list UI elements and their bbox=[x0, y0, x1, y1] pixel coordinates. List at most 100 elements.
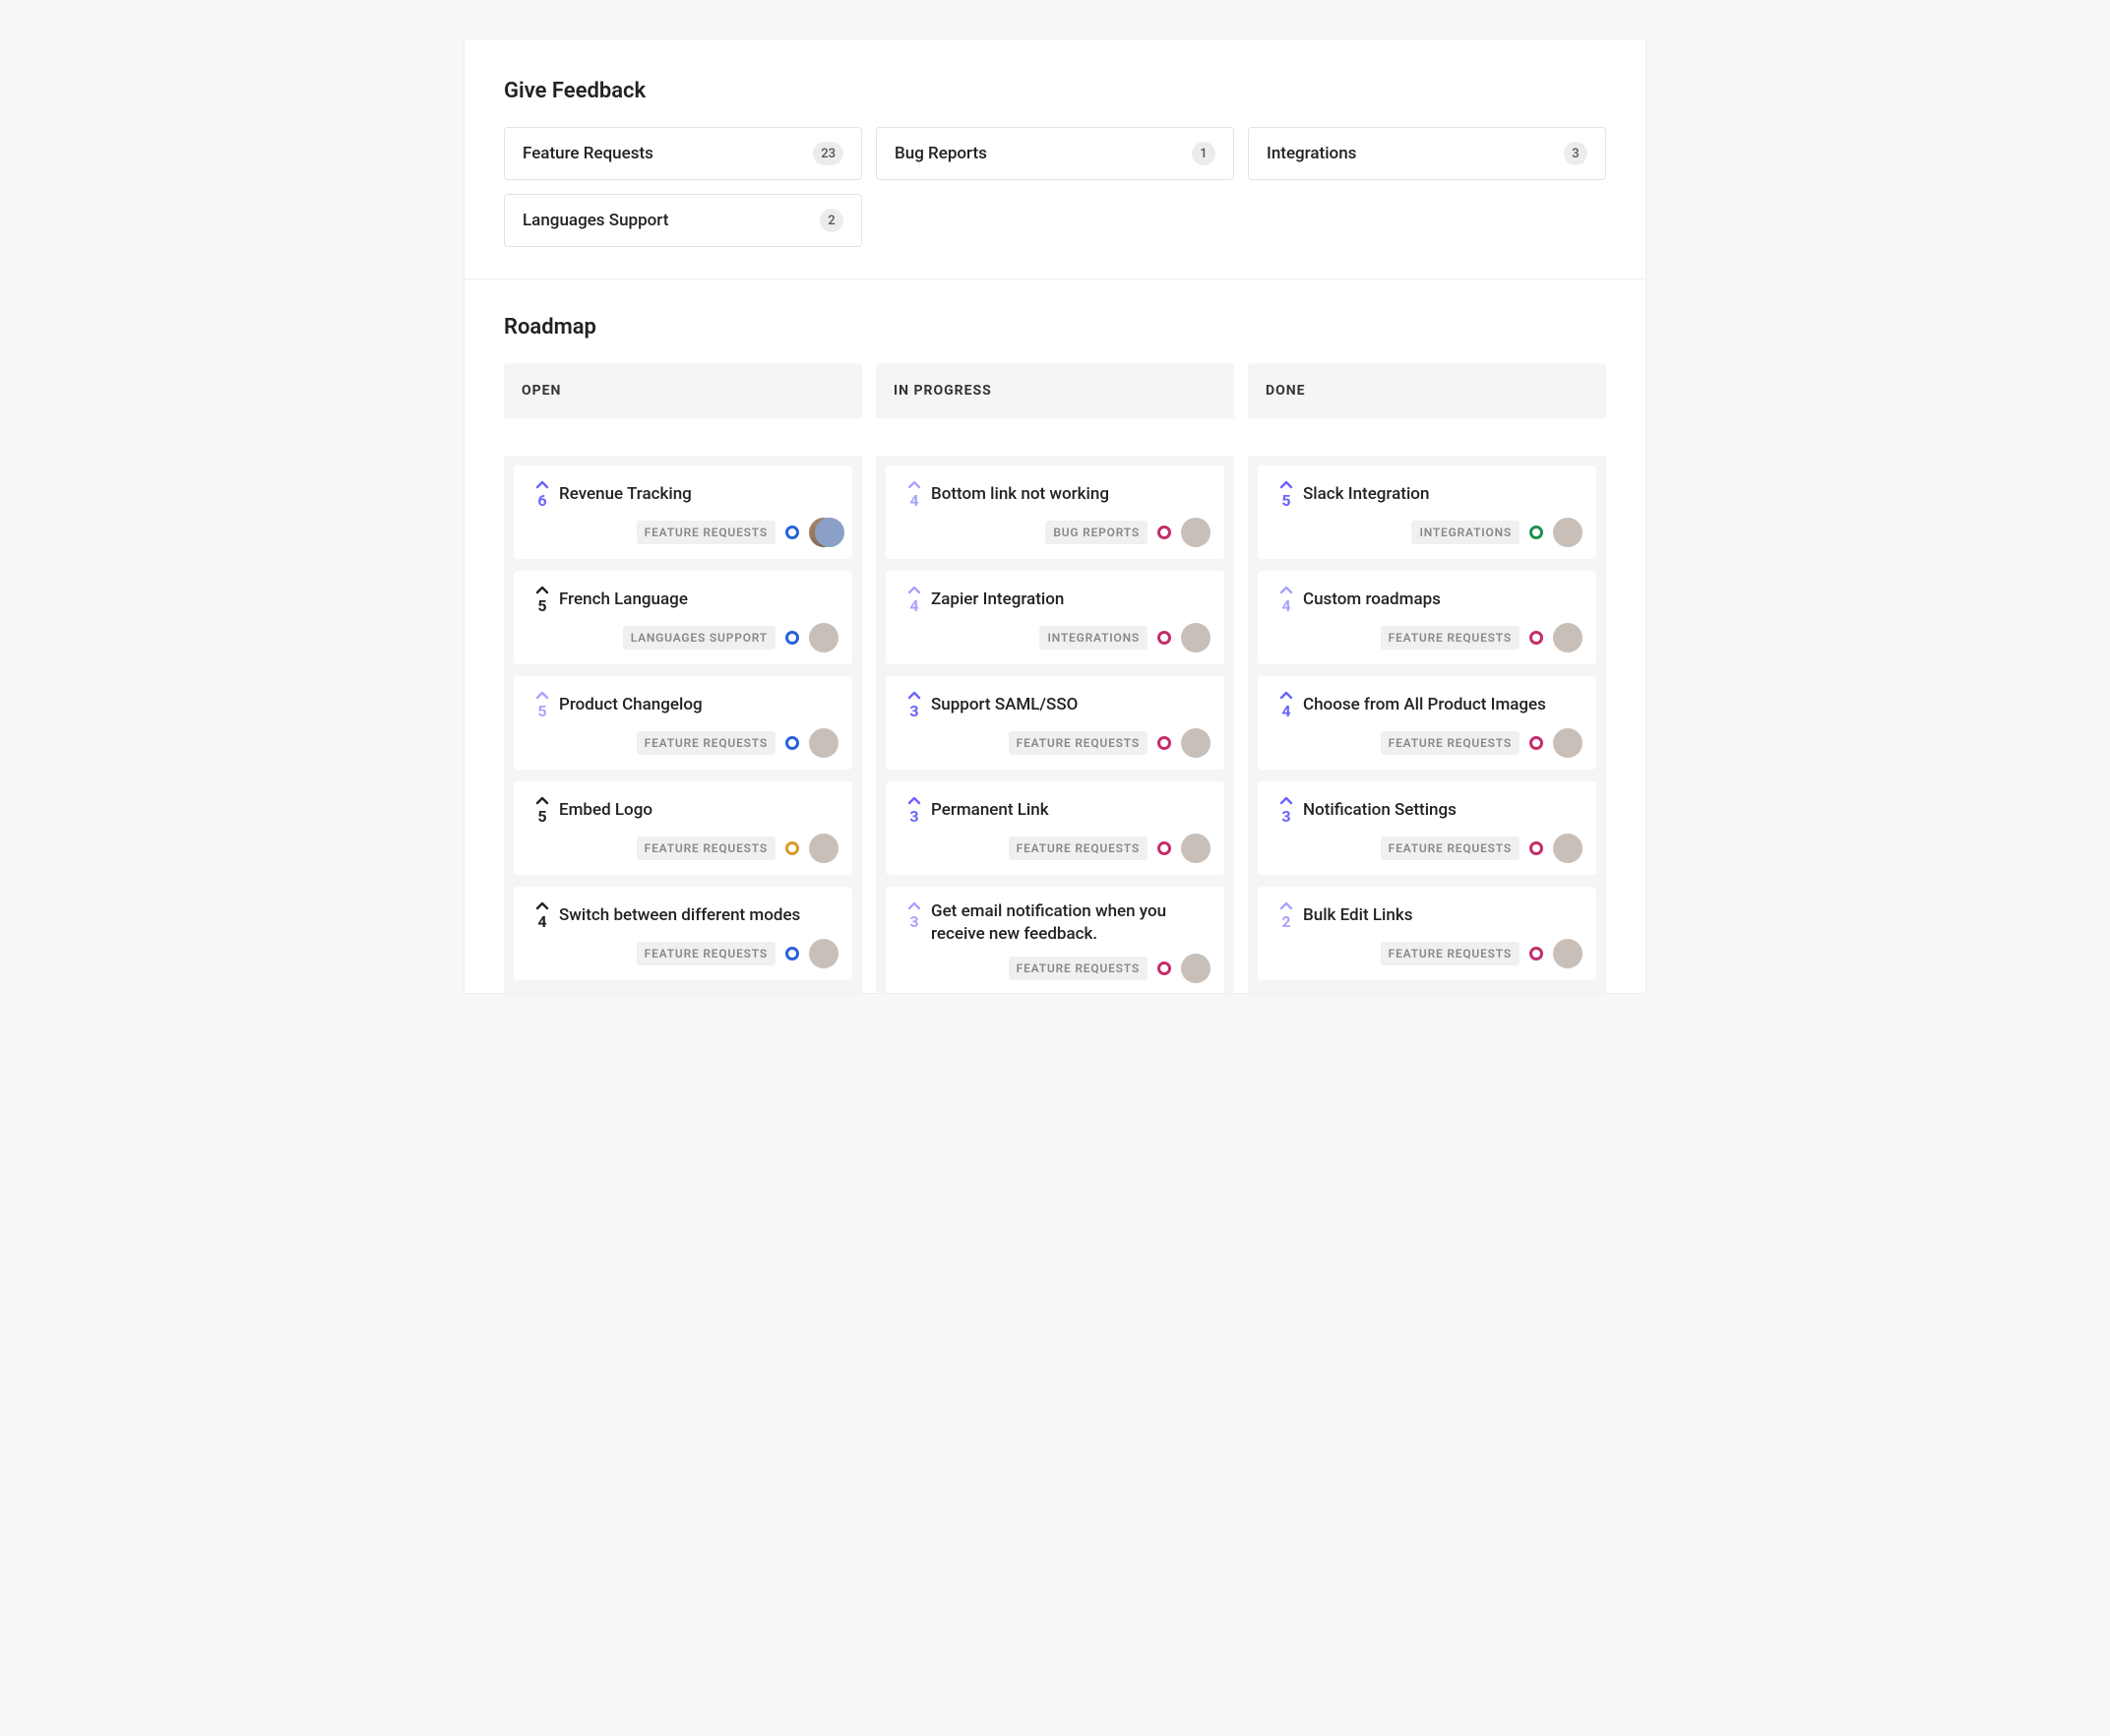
roadmap-card[interactable]: 4 Choose from All Product Images FEATURE… bbox=[1258, 676, 1596, 770]
card-vote-widget[interactable]: 4 bbox=[898, 479, 931, 510]
roadmap-card[interactable]: 5 French Language LANGUAGES SUPPORT bbox=[514, 571, 852, 664]
card-vote-widget[interactable]: 4 bbox=[1270, 585, 1303, 615]
feedback-section: Give Feedback Feature Requests 23 Bug Re… bbox=[465, 39, 1645, 279]
roadmap-card[interactable]: 4 Switch between different modes FEATURE… bbox=[514, 887, 852, 980]
card-vote-widget[interactable]: 4 bbox=[526, 900, 559, 931]
roadmap-card[interactable]: 6 Revenue Tracking FEATURE REQUESTS bbox=[514, 465, 852, 559]
card-vote-count: 2 bbox=[1281, 912, 1290, 931]
card-vote-widget[interactable]: 3 bbox=[1270, 795, 1303, 826]
card-vote-count: 4 bbox=[1281, 596, 1290, 615]
card-category-badge: FEATURE REQUESTS bbox=[1381, 731, 1520, 755]
chevron-up-icon bbox=[1279, 900, 1293, 910]
roadmap-column-headers: OPENIN PROGRESSDONE bbox=[504, 363, 1606, 418]
card-avatar bbox=[1181, 954, 1210, 983]
card-category-badge: INTEGRATIONS bbox=[1039, 626, 1148, 650]
status-circle-icon bbox=[785, 526, 799, 539]
roadmap-card[interactable]: 4 Custom roadmaps FEATURE REQUESTS bbox=[1258, 571, 1596, 664]
card-vote-count: 3 bbox=[909, 702, 918, 720]
card-category-badge: FEATURE REQUESTS bbox=[1009, 957, 1148, 980]
card-category-badge: FEATURE REQUESTS bbox=[637, 521, 776, 544]
chevron-up-icon bbox=[535, 585, 549, 594]
feedback-board-button[interactable]: Bug Reports 1 bbox=[876, 127, 1234, 180]
card-category-badge: FEATURE REQUESTS bbox=[637, 731, 776, 755]
card-avatar bbox=[809, 728, 838, 758]
card-vote-count: 5 bbox=[1281, 491, 1290, 510]
chevron-up-icon bbox=[907, 585, 921, 594]
card-vote-count: 5 bbox=[537, 702, 546, 720]
status-circle-icon bbox=[1529, 947, 1543, 961]
card-category-badge: FEATURE REQUESTS bbox=[1381, 837, 1520, 860]
roadmap-card[interactable]: 4 Bottom link not working BUG REPORTS bbox=[886, 465, 1224, 559]
card-avatar bbox=[809, 834, 838, 863]
card-vote-widget[interactable]: 5 bbox=[526, 795, 559, 826]
card-title: Bottom link not working bbox=[931, 483, 1210, 506]
card-vote-count: 3 bbox=[909, 912, 918, 931]
status-circle-icon bbox=[785, 736, 799, 750]
card-vote-widget[interactable]: 3 bbox=[898, 690, 931, 720]
feedback-board-button[interactable]: Feature Requests 23 bbox=[504, 127, 862, 180]
roadmap-card[interactable]: 3 Support SAML/SSO FEATURE REQUESTS bbox=[886, 676, 1224, 770]
card-vote-widget[interactable]: 5 bbox=[526, 585, 559, 615]
roadmap-card[interactable]: 3 Get email notification when you receiv… bbox=[886, 887, 1224, 993]
chevron-up-icon bbox=[1279, 479, 1293, 489]
chevron-up-icon bbox=[535, 900, 549, 910]
feedback-board-count: 3 bbox=[1564, 142, 1587, 165]
card-footer: FEATURE REQUESTS bbox=[1303, 623, 1582, 652]
card-vote-widget[interactable]: 3 bbox=[898, 900, 931, 946]
chevron-up-icon bbox=[907, 690, 921, 700]
card-avatar bbox=[1181, 728, 1210, 758]
feedback-board-button[interactable]: Integrations 3 bbox=[1248, 127, 1606, 180]
card-vote-widget[interactable]: 4 bbox=[1270, 690, 1303, 720]
card-vote-widget[interactable]: 2 bbox=[1270, 900, 1303, 931]
roadmap-column-header: IN PROGRESS bbox=[876, 363, 1234, 418]
feedback-board-label: Bug Reports bbox=[895, 144, 987, 163]
card-category-badge: FEATURE REQUESTS bbox=[1009, 731, 1148, 755]
chevron-up-icon bbox=[535, 795, 549, 805]
status-circle-icon bbox=[1157, 736, 1171, 750]
card-vote-count: 5 bbox=[537, 807, 546, 826]
card-title: Embed Logo bbox=[559, 799, 838, 822]
roadmap-card[interactable]: 4 Zapier Integration INTEGRATIONS bbox=[886, 571, 1224, 664]
feedback-boards-grid: Feature Requests 23 Bug Reports 1 Integr… bbox=[504, 127, 1606, 247]
card-avatar bbox=[1553, 623, 1582, 652]
status-circle-icon bbox=[1157, 631, 1171, 645]
card-footer: FEATURE REQUESTS bbox=[559, 834, 838, 863]
feedback-board-button[interactable]: Languages Support 2 bbox=[504, 194, 862, 247]
card-vote-widget[interactable]: 4 bbox=[898, 585, 931, 615]
card-vote-widget[interactable]: 5 bbox=[1270, 479, 1303, 510]
roadmap-card[interactable]: 5 Embed Logo FEATURE REQUESTS bbox=[514, 781, 852, 875]
chevron-up-icon bbox=[907, 795, 921, 805]
card-avatar bbox=[1181, 518, 1210, 547]
roadmap-column-body: 4 Bottom link not working BUG REPORTS 4 … bbox=[876, 456, 1234, 993]
roadmap-card[interactable]: 2 Bulk Edit Links FEATURE REQUESTS bbox=[1258, 887, 1596, 980]
card-vote-widget[interactable]: 6 bbox=[526, 479, 559, 510]
card-title: Revenue Tracking bbox=[559, 483, 838, 506]
card-title: Bulk Edit Links bbox=[1303, 904, 1582, 927]
card-footer: FEATURE REQUESTS bbox=[931, 954, 1210, 983]
feedback-board-count: 2 bbox=[820, 209, 843, 232]
chevron-up-icon bbox=[907, 900, 921, 910]
card-vote-widget[interactable]: 3 bbox=[898, 795, 931, 826]
roadmap-card[interactable]: 5 Product Changelog FEATURE REQUESTS bbox=[514, 676, 852, 770]
card-vote-count: 3 bbox=[909, 807, 918, 826]
card-avatar bbox=[1181, 834, 1210, 863]
status-circle-icon bbox=[785, 947, 799, 961]
card-category-badge: FEATURE REQUESTS bbox=[1381, 626, 1520, 650]
roadmap-card[interactable]: 3 Permanent Link FEATURE REQUESTS bbox=[886, 781, 1224, 875]
card-footer: LANGUAGES SUPPORT bbox=[559, 623, 838, 652]
status-circle-icon bbox=[1529, 736, 1543, 750]
chevron-up-icon bbox=[1279, 585, 1293, 594]
roadmap-card[interactable]: 5 Slack Integration INTEGRATIONS bbox=[1258, 465, 1596, 559]
card-footer: FEATURE REQUESTS bbox=[559, 939, 838, 968]
roadmap-card[interactable]: 3 Notification Settings FEATURE REQUESTS bbox=[1258, 781, 1596, 875]
card-avatar bbox=[1553, 518, 1582, 547]
chevron-up-icon bbox=[907, 479, 921, 489]
status-circle-icon bbox=[785, 631, 799, 645]
card-vote-widget[interactable]: 5 bbox=[526, 690, 559, 720]
card-category-badge: FEATURE REQUESTS bbox=[1009, 837, 1148, 860]
card-category-badge: FEATURE REQUESTS bbox=[637, 837, 776, 860]
card-footer: FEATURE REQUESTS bbox=[931, 728, 1210, 758]
roadmap-column-body: 6 Revenue Tracking FEATURE REQUESTS 5 Fr… bbox=[504, 456, 862, 993]
card-avatar bbox=[809, 939, 838, 968]
card-category-badge: LANGUAGES SUPPORT bbox=[623, 626, 776, 650]
